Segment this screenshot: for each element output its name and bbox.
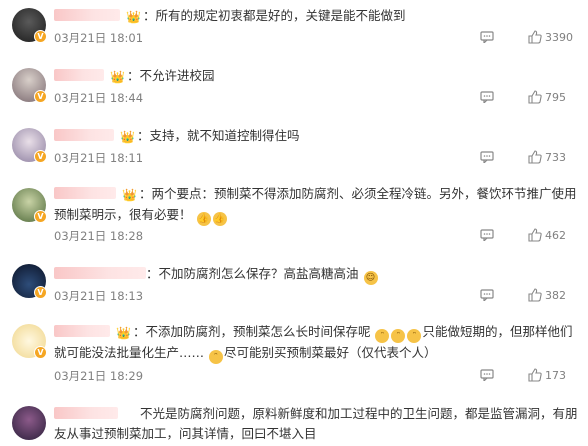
- crown-icon: 👑: [125, 10, 141, 24]
- comment-text: 👑 ：支持，就不知道控制得住吗: [54, 126, 580, 147]
- comment-icon[interactable]: [480, 229, 494, 241]
- username[interactable]: [54, 69, 104, 81]
- like-button[interactable]: 462: [528, 228, 566, 244]
- cat-emoji-icon: ᵔ: [209, 350, 223, 364]
- thumbs-up-icon: [528, 288, 542, 302]
- thumbs-up-icon: [528, 228, 542, 242]
- like-button[interactable]: 173: [528, 368, 566, 384]
- like-count: 382: [545, 289, 566, 302]
- crown-icon: 👑: [119, 130, 135, 144]
- verified-badge-icon: V: [34, 210, 47, 223]
- timestamp: 03月21日 18:44: [54, 91, 144, 105]
- timestamp: 03月21日 18:01: [54, 31, 144, 45]
- like-button[interactable]: 733: [528, 150, 566, 166]
- like-button[interactable]: 382: [528, 288, 566, 304]
- verified-badge-icon: V: [34, 90, 47, 103]
- crown-icon: 👑: [109, 70, 125, 84]
- cat-emoji-icon: ᵔ: [375, 329, 390, 343]
- comment-icon[interactable]: [480, 151, 494, 163]
- like-count: 462: [545, 229, 566, 242]
- timestamp: 03月21日 18:11: [54, 151, 144, 165]
- username[interactable]: [54, 9, 120, 21]
- username[interactable]: [54, 325, 110, 337]
- thumbs-up-icon: [528, 368, 542, 382]
- thumbs-up-emoji-icon: 👍: [196, 212, 211, 226]
- username[interactable]: [54, 187, 116, 199]
- like-count: 173: [545, 369, 566, 382]
- like-count: 3390: [545, 31, 573, 44]
- thumbs-up-emoji-icon: 👍: [212, 212, 227, 226]
- thumbs-up-icon: [528, 30, 542, 44]
- thumbs-up-icon: [528, 90, 542, 104]
- comment-icon[interactable]: [480, 289, 494, 301]
- verified-badge-icon: V: [34, 346, 47, 359]
- like-button[interactable]: 3390: [528, 30, 573, 46]
- verified-badge-icon: V: [34, 286, 47, 299]
- comment-icon[interactable]: [480, 31, 494, 43]
- comment-meta: 03月21日 18:13 382: [54, 288, 580, 304]
- crown-icon: 👑: [121, 188, 137, 202]
- username[interactable]: [54, 407, 118, 419]
- cat-emoji-icon: ᵔ: [391, 329, 406, 343]
- thumbs-up-icon: [528, 150, 542, 164]
- like-count: 795: [545, 91, 566, 104]
- comment-text: 👑 ：两个要点：预制菜不得添加防腐剂、必须全程冷链。另外，餐饮环节推广使用预制菜明…: [54, 186, 577, 226]
- username[interactable]: [54, 267, 146, 279]
- comment-text: 👑 ：不添加防腐剂，预制菜怎么长时间保存呢 ᵔ ᵔ ᵔ 只能做短期的，但那样他们就可能没…: [54, 324, 573, 364]
- comment-meta: 03月21日 18:28 462: [54, 228, 580, 244]
- comment-text: 👑 ：所有的规定初衷都是好的，关键是能不能做到: [54, 6, 580, 27]
- comment-meta: 03月21日 18:44 795: [54, 90, 580, 106]
- comment-icon[interactable]: [480, 91, 494, 103]
- comment-text: 👑 ：不允许进校园: [54, 66, 580, 87]
- avatar[interactable]: [12, 406, 46, 440]
- comment-meta: 03月21日 18:29 173: [54, 368, 580, 384]
- timestamp: 03月21日 18:13: [54, 289, 144, 303]
- cat-emoji-icon: ᵔ: [407, 329, 422, 343]
- comment-text: ：不加防腐剂怎么保存？高盐高糖高油 ☺: [54, 264, 580, 285]
- like-count: 733: [545, 151, 566, 164]
- verified-badge-icon: V: [34, 30, 47, 43]
- like-button[interactable]: 795: [528, 90, 566, 106]
- smile-emoji-icon: ☺: [363, 271, 378, 285]
- comment-meta: 03月21日 18:01 3390: [54, 30, 580, 46]
- timestamp: 03月21日 18:29: [54, 369, 144, 383]
- comment-icon[interactable]: [480, 369, 494, 381]
- username[interactable]: [54, 129, 114, 141]
- verified-badge-icon: V: [34, 150, 47, 163]
- crown-icon: 👑: [115, 326, 131, 340]
- comment-text: 不光是防腐剂问题，原料新鲜度和加工过程中的卫生问题，都是监管漏洞，有朋友从事过预…: [54, 406, 578, 441]
- comment-meta: 03月21日 18:11 733: [54, 150, 580, 166]
- timestamp: 03月21日 18:28: [54, 229, 144, 243]
- comment-list: V 👑 ：所有的规定初衷都是好的，关键是能不能做到 03月21日 18:01 33…: [0, 0, 588, 446]
